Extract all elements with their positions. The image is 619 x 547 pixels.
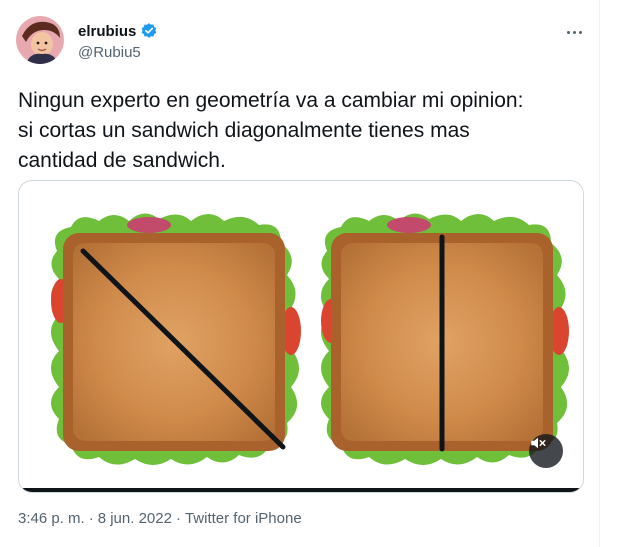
user-handle[interactable]: @Rubiu5 [78, 44, 141, 61]
tweet-time[interactable]: 3:46 p. m. [18, 510, 85, 527]
speaker-muted-icon [531, 437, 546, 449]
left-sandwich [51, 213, 301, 465]
meta-separator: · [88, 510, 94, 527]
right-sandwich [321, 213, 569, 465]
mute-button[interactable] [529, 434, 563, 468]
tweet-source[interactable]: Twitter for iPhone [185, 510, 302, 527]
meta-separator: · [175, 510, 181, 527]
verified-badge-icon [140, 22, 158, 40]
tweet-article[interactable]: elrubius @Rubiu5 Ningun experto en geome… [0, 0, 600, 547]
video-progress-bar[interactable] [19, 488, 583, 492]
user-name-row[interactable]: elrubius [78, 22, 158, 40]
sandwich-illustration [51, 213, 569, 465]
avatar[interactable] [16, 16, 64, 64]
tweet-text: Ningun experto en geometría va a cambiar… [18, 89, 524, 172]
display-name[interactable]: elrubius [78, 23, 136, 40]
tweet-media-video[interactable] [18, 180, 584, 493]
more-dots-icon[interactable] [562, 22, 586, 42]
tweet-date[interactable]: 8 jun. 2022 [98, 510, 172, 527]
avatar-image [16, 16, 64, 64]
tweet-metadata: 3:46 p. m. · 8 jun. 2022 · Twitter for iP… [18, 510, 302, 527]
